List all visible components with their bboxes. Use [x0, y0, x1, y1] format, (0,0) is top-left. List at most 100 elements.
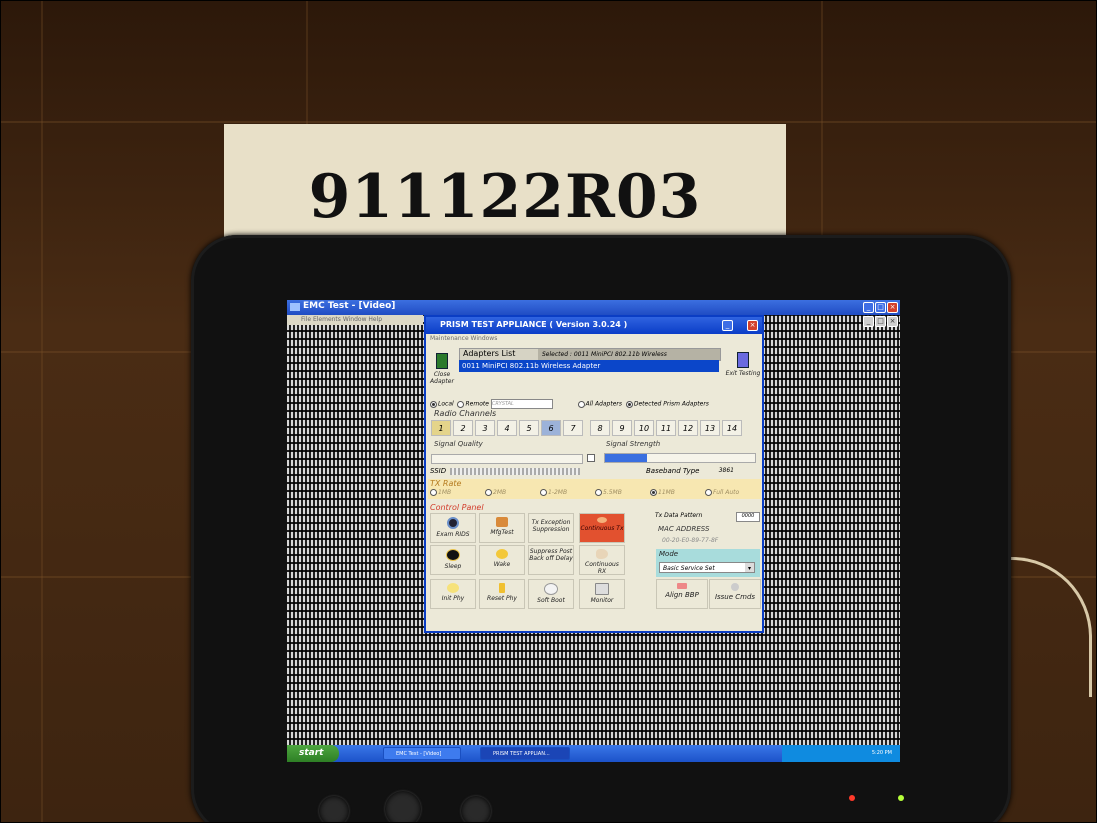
tx-rate-option[interactable]: 1-2MB — [540, 489, 567, 496]
taskbar-item[interactable]: EMC Test - [Video] — [383, 747, 461, 760]
tx-rate-radio[interactable] — [595, 489, 602, 496]
tx-rate-radio[interactable] — [650, 489, 657, 496]
outer-window-titlebar[interactable]: EMC Test - [Video] _ □ × — [287, 300, 900, 315]
channel-button[interactable]: 9 — [612, 420, 632, 436]
restore-icon[interactable]: □ — [875, 316, 886, 327]
channel-button[interactable]: 4 — [497, 420, 517, 436]
channel-button[interactable]: 13 — [700, 420, 720, 436]
tx-rate-radio[interactable] — [430, 489, 437, 496]
clock: 5:20 PM — [871, 750, 892, 756]
monitor-button[interactable]: Monitor — [579, 579, 625, 609]
align-bbp-label: Align BBP — [665, 591, 699, 599]
tx-rate-option[interactable]: 1MB — [430, 489, 451, 496]
suppress-post-button[interactable]: Suppress Post Back off Delay — [528, 545, 574, 575]
all-adapters-checkbox[interactable] — [577, 400, 585, 408]
close-icon[interactable]: × — [887, 316, 898, 327]
channel-button[interactable]: 5 — [519, 420, 539, 436]
maximize-icon[interactable]: □ — [875, 302, 886, 313]
remote-label: Remote — [465, 400, 489, 408]
tx-exception-button[interactable]: Tx Exception Suppression — [528, 513, 574, 543]
dialog-titlebar[interactable]: PRISM TEST APPLIANCE ( Version 3.0.24 ) … — [426, 317, 762, 334]
start-button[interactable]: start — [287, 745, 339, 762]
sleep-label: Sleep — [444, 563, 462, 570]
power-cable — [1002, 557, 1092, 697]
signal-checkbox[interactable] — [587, 454, 595, 462]
detected-adapters-radio[interactable] — [625, 400, 633, 408]
minimize-icon[interactable]: _ — [863, 302, 874, 313]
ssid-field[interactable] — [450, 468, 580, 475]
channel-button[interactable]: 10 — [634, 420, 654, 436]
exam-rids-button[interactable]: Exam RIDS — [430, 513, 476, 543]
remote-radio[interactable] — [457, 400, 465, 408]
ear-icon — [596, 549, 608, 559]
tx-exception-label: Tx Exception Suppression — [531, 519, 571, 533]
continuous-tx-button[interactable]: Continuous Tx — [579, 513, 625, 543]
channel-button[interactable]: 1 — [431, 420, 451, 436]
close-adapter-button[interactable]: Close Adapter — [430, 349, 454, 393]
dialog-subtitle: Maintenance Windows — [430, 335, 498, 342]
close-icon[interactable]: × — [747, 320, 758, 331]
tx-rate-label: 1-2MB — [548, 489, 568, 496]
remote-host-input[interactable]: CRYSTAL — [490, 399, 553, 409]
channel-button[interactable]: 8 — [590, 420, 610, 436]
local-radio[interactable] — [430, 400, 437, 408]
outer-window-title: EMC Test - [Video] — [303, 301, 396, 311]
init-phy-button[interactable]: Init Phy — [430, 579, 476, 609]
hardware-button — [461, 796, 491, 822]
eye-icon — [447, 517, 459, 529]
tx-rate-option[interactable]: 5.5MB — [595, 489, 622, 496]
channel-button[interactable]: 6 — [541, 420, 561, 436]
mac-address-value: 00-20-E0-89-77-8F — [662, 537, 719, 544]
selected-adapter-text: Selected : 0011 MiniPCI 802.11b Wireless — [538, 349, 720, 360]
issue-cmds-button[interactable]: Issue Cmds — [709, 579, 761, 609]
tx-rate-radio[interactable] — [705, 489, 712, 496]
suppress-post-label: Suppress Post Back off Delay — [529, 548, 573, 562]
tx-rate-option[interactable]: 2MB — [485, 489, 506, 496]
hardware-button — [385, 791, 421, 822]
channel-button[interactable]: 12 — [678, 420, 698, 436]
channel-button[interactable]: 2 — [453, 420, 473, 436]
signal-strength-label: Signal Strength — [606, 440, 661, 448]
taskbar-item-active[interactable]: PRISM TEST APPLIAN... — [480, 747, 570, 760]
mode-label: Mode — [659, 550, 679, 558]
close-icon[interactable]: × — [887, 302, 898, 313]
chevron-down-icon[interactable]: ▾ — [745, 563, 754, 572]
tx-data-pattern-input[interactable]: 0000 — [736, 512, 760, 522]
channel-button[interactable]: 7 — [563, 420, 583, 436]
minimize-icon[interactable]: _ — [722, 320, 733, 331]
minimize-icon[interactable]: _ — [863, 316, 874, 327]
tx-rate-option[interactable]: Full Auto — [705, 489, 739, 496]
prism-test-dialog: PRISM TEST APPLIANCE ( Version 3.0.24 ) … — [424, 315, 764, 633]
tx-rate-radio[interactable] — [540, 489, 547, 496]
dialog-title: PRISM TEST APPLIANCE ( Version 3.0.24 ) — [440, 320, 628, 329]
hardware-button — [319, 796, 349, 822]
control-panel-label: Control Panel — [430, 503, 484, 512]
continuous-rx-button[interactable]: Continuous RX — [579, 545, 625, 575]
tx-rate-label: Full Auto — [713, 489, 740, 496]
mfg-test-label: MfgTest — [490, 529, 514, 536]
tx-rate-option[interactable]: 11MB — [650, 489, 675, 496]
adapter-list-item[interactable]: 0011 MiniPCI 802.11b Wireless Adapter — [459, 360, 719, 372]
signal-quality-bar — [431, 454, 583, 464]
signal-strength-fill — [605, 454, 647, 462]
align-bbp-button[interactable]: Align BBP — [656, 579, 708, 609]
mac-address-label: MAC ADDRESS — [658, 525, 710, 533]
command-icon — [731, 583, 739, 591]
exit-testing-button[interactable]: Exit Testing — [723, 348, 763, 392]
channel-button[interactable]: 14 — [722, 420, 742, 436]
soft-boot-button[interactable]: Soft Boot — [528, 579, 574, 609]
tx-rate-radio[interactable] — [485, 489, 492, 496]
signal-strength-bar — [604, 453, 756, 463]
reset-phy-button[interactable]: Reset Phy — [479, 579, 525, 609]
wake-button[interactable]: Wake — [479, 545, 525, 575]
mfg-test-button[interactable]: MfgTest — [479, 513, 525, 543]
channel-button[interactable]: 11 — [656, 420, 676, 436]
monitor-label: Monitor — [590, 597, 614, 604]
channel-button[interactable]: 3 — [475, 420, 495, 436]
door-icon — [436, 353, 448, 369]
sleep-button[interactable]: Sleep — [430, 545, 476, 575]
baseband-value: 3861 — [718, 467, 734, 474]
mode-select[interactable]: Basic Service Set ▾ — [659, 562, 755, 573]
continuous-tx-label: Continuous Tx — [580, 525, 624, 532]
outer-menubar[interactable]: File Elements Window Help — [287, 315, 423, 325]
